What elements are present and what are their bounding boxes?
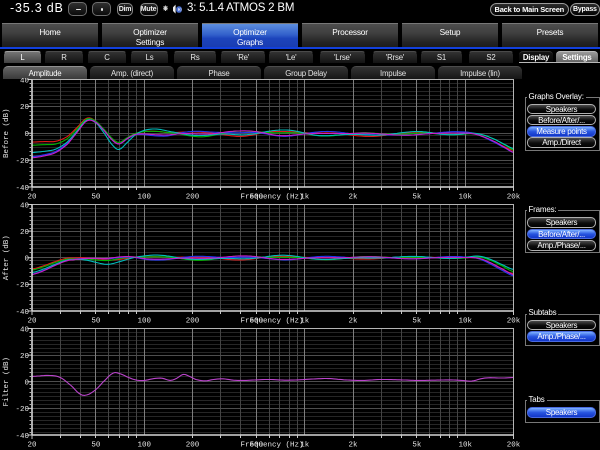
svg-text:Frequency (Hz): Frequency (Hz)	[240, 194, 303, 202]
svg-text:100: 100	[137, 318, 151, 326]
svg-text:20k: 20k	[507, 442, 521, 450]
svg-text:50: 50	[91, 318, 101, 326]
svg-text:200: 200	[186, 442, 200, 450]
svg-text:20k: 20k	[507, 194, 521, 202]
svg-text:40: 40	[20, 326, 30, 334]
svg-text:-40: -40	[15, 433, 29, 441]
svg-text:-20: -20	[15, 158, 29, 166]
svg-text:5k: 5k	[412, 442, 422, 450]
svg-text:Filter (dB): Filter (dB)	[3, 357, 11, 407]
svg-text:50: 50	[91, 442, 101, 450]
svg-text:5k: 5k	[412, 194, 422, 202]
svg-text:0: 0	[24, 256, 29, 264]
svg-text:Before (dB): Before (dB)	[3, 108, 11, 158]
svg-text:20: 20	[27, 442, 37, 450]
svg-text:20: 20	[20, 104, 30, 112]
svg-text:20: 20	[27, 194, 37, 202]
svg-text:10k: 10k	[458, 194, 472, 202]
svg-text:0: 0	[24, 380, 29, 388]
svg-text:-40: -40	[15, 185, 29, 193]
svg-text:10k: 10k	[458, 442, 472, 450]
svg-text:10k: 10k	[458, 318, 472, 326]
svg-text:50: 50	[91, 194, 101, 202]
svg-text:200: 200	[186, 194, 200, 202]
svg-text:40: 40	[20, 202, 30, 210]
svg-text:-20: -20	[15, 406, 29, 414]
svg-text:2k: 2k	[348, 194, 358, 202]
svg-text:40: 40	[20, 78, 30, 85]
svg-text:20: 20	[27, 318, 37, 326]
svg-text:20k: 20k	[507, 318, 521, 326]
svg-text:20: 20	[20, 353, 30, 361]
svg-text:After (dB): After (dB)	[3, 235, 11, 280]
svg-text:Frequency (Hz): Frequency (Hz)	[240, 442, 303, 450]
svg-text:-40: -40	[15, 309, 29, 317]
svg-text:2k: 2k	[348, 442, 358, 450]
svg-text:20: 20	[20, 229, 30, 237]
svg-text:5k: 5k	[412, 318, 422, 326]
svg-text:0: 0	[24, 131, 29, 139]
svg-text:100: 100	[137, 442, 151, 450]
svg-text:-20: -20	[15, 282, 29, 290]
svg-text:2k: 2k	[348, 318, 358, 326]
svg-text:200: 200	[186, 318, 200, 326]
svg-text:Frequency (Hz): Frequency (Hz)	[240, 318, 303, 326]
svg-text:100: 100	[137, 194, 151, 202]
